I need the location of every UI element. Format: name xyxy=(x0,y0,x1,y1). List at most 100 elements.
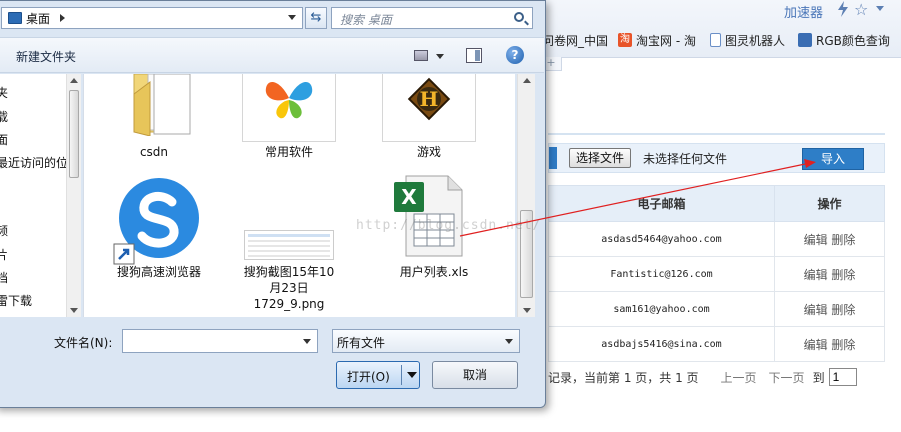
delete-link[interactable]: 删除 xyxy=(831,303,855,317)
nav-scrollbar[interactable] xyxy=(66,74,81,317)
action-cell: 编辑 删除 xyxy=(774,256,885,292)
chevron-right-icon[interactable] xyxy=(60,14,66,22)
email-cell: asdasd5464@yahoo.com xyxy=(548,221,775,257)
file-item-sogou-browser[interactable]: 搜狗高速浏览器 xyxy=(94,174,224,284)
folder-icon xyxy=(133,74,191,136)
email-cell: asdbajs5416@sina.com xyxy=(548,326,775,362)
file-name: csdn xyxy=(139,145,169,159)
file-type-value: 所有文件 xyxy=(337,336,386,350)
svg-text:X: X xyxy=(401,185,417,209)
watermark: http://blog.csdn.net/ xyxy=(356,218,542,233)
address-bar[interactable]: 桌面 xyxy=(1,7,303,29)
pagination: 记录，当前第 1 页，共 1 页 上一页 下一页 到 xyxy=(548,368,857,386)
bookmark-label: 淘宝网 - 淘 xyxy=(636,33,696,48)
preview-pane-icon[interactable] xyxy=(466,48,482,63)
chevron-down-icon[interactable] xyxy=(303,339,311,344)
open-button-label: 打开(O) xyxy=(347,370,390,384)
sogou-browser-icon xyxy=(113,175,202,265)
email-column-header: 电子邮箱 xyxy=(548,185,775,222)
butterfly-icon xyxy=(265,82,313,119)
file-name: 用户列表.xls xyxy=(399,265,469,279)
bookmark-rgb[interactable]: RGB颜色查询 xyxy=(798,30,890,50)
bookmark-taobao[interactable]: 淘 淘宝网 - 淘 xyxy=(618,30,696,50)
help-icon[interactable]: ? xyxy=(506,46,524,64)
delete-link[interactable]: 删除 xyxy=(831,338,855,352)
bookmark-wenjuan[interactable]: 问卷网_中国 xyxy=(542,30,608,50)
filename-input[interactable] xyxy=(122,329,318,353)
action-cell: 编辑 删除 xyxy=(774,221,885,257)
navigation-pane: 夹 载 面 最近访问的位置 频 片 档 雷下载 xyxy=(0,74,81,317)
nav-item[interactable]: 片 xyxy=(0,246,8,263)
chevron-down-icon[interactable] xyxy=(407,372,417,378)
bookmark-label: 图灵机器人 xyxy=(725,33,786,48)
nav-item[interactable]: 档 xyxy=(0,269,8,286)
scroll-up-icon[interactable] xyxy=(523,78,531,83)
edit-link[interactable]: 编辑 xyxy=(804,338,828,352)
action-column-header: 操作 xyxy=(774,185,885,222)
no-file-text: 未选择任何文件 xyxy=(643,152,728,166)
import-button[interactable]: 导入 xyxy=(802,148,864,170)
upload-button-partial[interactable] xyxy=(549,147,557,169)
nav-item[interactable]: 载 xyxy=(0,108,8,125)
page-icon xyxy=(710,33,721,47)
scroll-down-icon[interactable] xyxy=(523,308,531,313)
game-h-icon: H xyxy=(407,77,451,121)
open-button[interactable]: 打开(O) xyxy=(336,361,420,389)
cancel-button[interactable]: 取消 xyxy=(432,361,518,389)
user-table: 电子邮箱 操作 asdasd5464@yahoo.com 编辑 删除 Fanti… xyxy=(548,185,885,362)
refresh-button[interactable]: ⇆ xyxy=(305,7,327,29)
chevron-down-icon[interactable] xyxy=(436,54,444,59)
new-folder-button[interactable]: 新建文件夹 xyxy=(16,48,76,65)
next-page-link[interactable]: 下一页 xyxy=(769,369,805,386)
chevron-down-icon[interactable] xyxy=(876,6,884,11)
nav-item[interactable]: 面 xyxy=(0,131,8,148)
star-icon[interactable]: ☆ xyxy=(854,0,868,19)
scroll-up-icon[interactable] xyxy=(70,78,78,83)
delete-link[interactable]: 删除 xyxy=(831,233,855,247)
file-item-csdn[interactable]: csdn xyxy=(104,74,204,166)
section-divider xyxy=(548,133,885,135)
edit-link[interactable]: 编辑 xyxy=(804,233,828,247)
view-mode-icon[interactable] xyxy=(414,50,428,61)
edit-link[interactable]: 编辑 xyxy=(804,268,828,282)
search-icon[interactable] xyxy=(514,12,524,22)
scroll-down-icon[interactable] xyxy=(70,308,78,313)
upload-bar: 选择文件 未选择任何文件 导入 xyxy=(548,143,885,173)
file-item-software[interactable]: 常用软件 xyxy=(234,74,344,166)
address-text: 桌面 xyxy=(26,11,51,26)
file-type-select[interactable]: 所有文件 xyxy=(332,329,520,353)
accelerator-button[interactable]: 加速器 xyxy=(784,2,823,21)
browser-toolbar: 加速器 ☆ 问卷网_中国 淘 淘宝网 - 淘 图灵机器人 RGB颜色查询 + xyxy=(540,0,901,71)
delete-link[interactable]: 删除 xyxy=(831,268,855,282)
file-open-dialog: 桌面 ⇆ 搜索 桌面 新建文件夹 ? 夹 载 面 最近访问的位置 频 片 档 雷… xyxy=(0,0,546,408)
nav-scroll-thumb[interactable] xyxy=(69,90,79,178)
dialog-toolbar: 新建文件夹 ? xyxy=(0,37,544,73)
email-cell: sam161@yahoo.com xyxy=(548,291,775,327)
table-row: Fantistic@126.com 编辑 删除 xyxy=(548,256,885,292)
file-name: 游戏 xyxy=(416,145,441,159)
file-name-line: 1729_9.png xyxy=(253,297,325,311)
pager-summary: 记录，当前第 1 页，共 1 页 xyxy=(548,370,699,385)
bolt-icon[interactable] xyxy=(836,0,850,18)
search-input[interactable]: 搜索 桌面 xyxy=(331,7,533,29)
file-item-games[interactable]: H 游戏 xyxy=(374,74,484,166)
chevron-down-icon[interactable] xyxy=(505,339,513,344)
page-number-input[interactable] xyxy=(828,368,857,386)
rgb-icon xyxy=(798,33,812,47)
button-divider xyxy=(401,365,402,385)
email-cell: Fantistic@126.com xyxy=(548,256,775,292)
nav-item[interactable]: 雷下载 xyxy=(0,292,32,309)
file-item-screenshot[interactable]: 搜狗截图15年10 月23日 1729_9.png xyxy=(234,174,344,314)
edit-link[interactable]: 编辑 xyxy=(804,303,828,317)
chevron-down-icon[interactable] xyxy=(288,15,296,20)
action-cell: 编辑 删除 xyxy=(774,291,885,327)
taobao-icon: 淘 xyxy=(618,33,632,47)
nav-item[interactable]: 夹 xyxy=(0,84,8,101)
bookmark-tuling[interactable]: 图灵机器人 xyxy=(710,30,785,50)
nav-item[interactable]: 频 xyxy=(0,222,8,239)
prev-page-link[interactable]: 上一页 xyxy=(721,369,757,386)
choose-file-button[interactable]: 选择文件 xyxy=(569,148,632,168)
file-list-scrollbar[interactable] xyxy=(517,74,535,317)
screenshot-thumbnail xyxy=(244,230,334,260)
table-row: asdbajs5416@sina.com 编辑 删除 xyxy=(548,326,885,362)
